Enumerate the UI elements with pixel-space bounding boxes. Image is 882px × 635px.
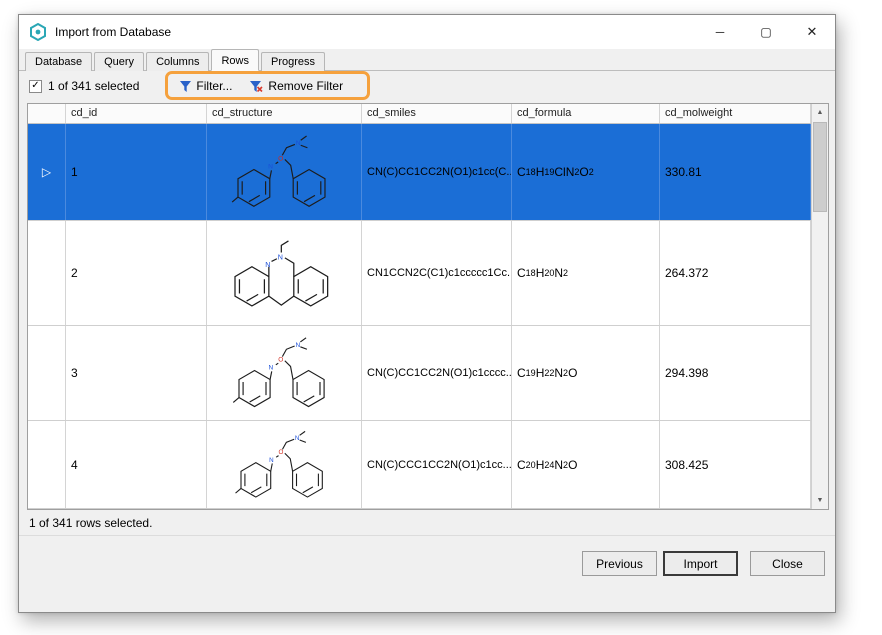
column-header-cd-structure[interactable]: cd_structure bbox=[207, 104, 362, 123]
cd-molweight-cell[interactable]: 308.425 bbox=[660, 421, 811, 508]
cd-smiles-cell[interactable]: CN(C)CCC1CC2N(O1)c1cc... bbox=[362, 421, 512, 508]
structure-image bbox=[225, 422, 343, 508]
close-window-button[interactable]: ✕ bbox=[789, 15, 835, 49]
window-title: Import from Database bbox=[55, 25, 172, 39]
cd-molweight-cell[interactable]: 294.398 bbox=[660, 326, 811, 420]
cd-smiles-cell[interactable]: CN1CCN2C(C1)c1ccccc1Cc... bbox=[362, 221, 512, 325]
selection-count-label: 1 of 341 selected bbox=[48, 79, 140, 93]
tab-strip: Database Query Columns Rows Progress bbox=[19, 49, 835, 71]
cd-id-cell[interactable]: 1 bbox=[66, 124, 207, 220]
cd-structure-cell[interactable] bbox=[207, 421, 362, 508]
structure-image bbox=[223, 224, 345, 322]
column-header-cd-id[interactable]: cd_id bbox=[66, 104, 207, 123]
title-bar: Import from Database ─ ▢ ✕ bbox=[19, 15, 835, 49]
status-bar: 1 of 341 rows selected. bbox=[19, 510, 835, 536]
row-selector-header bbox=[28, 104, 66, 123]
cd-molweight-cell[interactable]: 330.81 bbox=[660, 124, 811, 220]
dialog-footer: Previous Import Close bbox=[582, 551, 825, 576]
structure-image bbox=[223, 328, 345, 418]
cd-formula-cell[interactable]: C 18 H 20 N 2 bbox=[512, 221, 660, 325]
cd-molweight-cell[interactable]: 264.372 bbox=[660, 221, 811, 325]
window-controls: ─ ▢ ✕ bbox=[697, 15, 835, 49]
cd-structure-cell[interactable] bbox=[207, 221, 362, 325]
cd-smiles-cell[interactable]: CN(C)CC1CC2N(O1)c1cc(C... bbox=[362, 124, 512, 220]
cd-smiles-cell[interactable]: CN(C)CC1CC2N(O1)c1cccc... bbox=[362, 326, 512, 420]
previous-button[interactable]: Previous bbox=[582, 551, 657, 576]
table-row[interactable]: 3 CN(C)CC1CC2N(O1)c1cccc... C 19 H 22 N 2 O 29… bbox=[28, 326, 828, 421]
rows-toolbar: ✓ 1 of 341 selected Filter... Remove Fil… bbox=[19, 71, 835, 101]
cd-formula-cell[interactable]: C 19 H 22 N 2 O bbox=[512, 326, 660, 420]
cd-id-cell[interactable]: 3 bbox=[66, 326, 207, 420]
row-selector-cell[interactable] bbox=[28, 326, 66, 420]
selection-checkbox[interactable]: ✓ bbox=[29, 79, 42, 93]
cd-formula-cell[interactable]: C 20 H 24 N 2 O bbox=[512, 421, 660, 508]
remove-filter-button-label: Remove Filter bbox=[268, 79, 344, 93]
vertical-scrollbar[interactable]: ▲ ▼ bbox=[811, 104, 828, 509]
tab-query[interactable]: Query bbox=[94, 52, 145, 71]
scrollbar-thumb[interactable] bbox=[813, 122, 827, 212]
table-row[interactable]: ▷ 1 CN(C)CC1CC2N(O1)c1cc(C... C 18 H 19 ClN 2… bbox=[28, 124, 828, 221]
cd-structure-cell[interactable] bbox=[207, 326, 362, 420]
cd-formula-cell[interactable]: C 18 H 19 ClN 2 O 2 bbox=[512, 124, 660, 220]
results-grid: cd_id cd_structure cd_smiles cd_formula … bbox=[27, 103, 829, 510]
filter-button[interactable]: Filter... bbox=[171, 75, 241, 97]
tab-database[interactable]: Database bbox=[25, 52, 93, 71]
cd-id-cell[interactable]: 4 bbox=[66, 421, 207, 508]
tab-progress[interactable]: Progress bbox=[260, 52, 326, 71]
remove-filter-button[interactable]: Remove Filter bbox=[241, 75, 352, 97]
column-header-cd-smiles[interactable]: cd_smiles bbox=[362, 104, 512, 123]
row-selector-cell[interactable]: ▷ bbox=[28, 124, 66, 220]
scroll-up-icon[interactable]: ▲ bbox=[812, 104, 828, 121]
row-selector-cell[interactable] bbox=[28, 221, 66, 325]
cd-structure-cell[interactable] bbox=[207, 124, 362, 220]
maximize-button[interactable]: ▢ bbox=[743, 15, 789, 49]
filter-icon bbox=[180, 80, 192, 92]
table-row[interactable]: 2 CN1CCN2C(C1)c1ccccc1Cc... C 18 H 20 N 2 264… bbox=[28, 221, 828, 326]
row-selector-cell[interactable] bbox=[28, 421, 66, 508]
filter-button-label: Filter... bbox=[196, 79, 233, 93]
dialog-window: Import from Database ─ ▢ ✕ Database Quer… bbox=[18, 14, 836, 613]
import-button[interactable]: Import bbox=[663, 551, 738, 576]
cd-id-cell[interactable]: 2 bbox=[66, 221, 207, 325]
structure-image bbox=[223, 126, 345, 218]
tab-columns[interactable]: Columns bbox=[146, 52, 210, 71]
table-row[interactable]: 4 CN(C)CCC1CC2N(O1)c1cc... C 20 H 24 N 2 O 308… bbox=[28, 421, 828, 509]
close-button[interactable]: Close bbox=[750, 551, 825, 576]
app-icon bbox=[30, 23, 46, 41]
column-header-cd-molweight[interactable]: cd_molweight bbox=[660, 104, 811, 123]
current-row-marker-icon: ▷ bbox=[41, 165, 52, 179]
minimize-button[interactable]: ─ bbox=[697, 15, 743, 49]
tab-rows[interactable]: Rows bbox=[211, 49, 259, 71]
column-header-cd-formula[interactable]: cd_formula bbox=[512, 104, 660, 123]
scroll-down-icon[interactable]: ▼ bbox=[812, 492, 828, 509]
remove-filter-icon bbox=[250, 80, 263, 92]
grid-header-row: cd_id cd_structure cd_smiles cd_formula … bbox=[28, 104, 828, 124]
